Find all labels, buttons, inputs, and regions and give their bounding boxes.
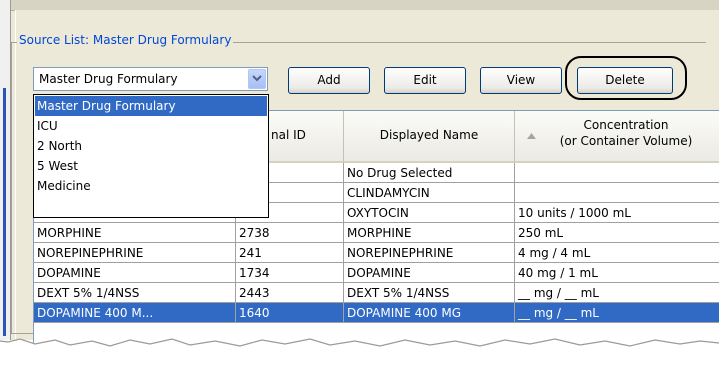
- cell-name: DEXT 5% 1/4NSS: [34, 283, 236, 303]
- view-button[interactable]: View: [480, 67, 562, 94]
- cell-name: NOREPINEPHRINE: [34, 243, 236, 263]
- cell-id: 2443: [236, 283, 344, 303]
- table-row[interactable]: DOPAMINE 400 M... 1640 DOPAMINE 400 MG __ m…: [34, 303, 719, 323]
- cell-id: 1640: [236, 303, 344, 323]
- cell-name: DOPAMINE 400 M...: [34, 303, 236, 323]
- cell-id: 1734: [236, 263, 344, 283]
- table-row[interactable]: MORPHINE 2738 MORPHINE 250 mL: [34, 223, 719, 243]
- cell-displayed-name: DOPAMINE: [344, 263, 515, 283]
- cell-id: 241: [236, 243, 344, 263]
- source-list-title: Source List: Master Drug Formulary: [17, 33, 234, 47]
- cell-name: DOPAMINE: [34, 263, 236, 283]
- torn-edge: [0, 338, 719, 370]
- dropdown-option[interactable]: 2 North: [35, 136, 267, 156]
- table-row[interactable]: DEXT 5% 1/4NSS 2443 DEXT 5% 1/4NSS __ mg / …: [34, 283, 719, 303]
- column-header-displayed-name[interactable]: Displayed Name: [344, 111, 515, 163]
- cell-concentration: 250 mL: [515, 223, 719, 243]
- cell-concentration: [515, 163, 719, 183]
- cell-displayed-name: MORPHINE: [344, 223, 515, 243]
- delete-highlight-circle: [565, 56, 687, 100]
- cell-displayed-name: DEXT 5% 1/4NSS: [344, 283, 515, 303]
- cell-id: 2738: [236, 223, 344, 243]
- column-header-concentration-line1: Concentration: [583, 118, 669, 132]
- dropdown-option[interactable]: Master Drug Formulary: [35, 96, 267, 116]
- source-list-select[interactable]: Master Drug Formulary: [33, 67, 268, 91]
- sort-ascending-icon: [527, 133, 536, 139]
- column-header-concentration[interactable]: Concentration (or Container Volume): [515, 111, 719, 163]
- cell-displayed-name: DOPAMINE 400 MG: [344, 303, 515, 323]
- dropdown-option[interactable]: ICU: [35, 116, 267, 136]
- dropdown-option[interactable]: Medicine: [35, 176, 267, 196]
- cell-concentration: [515, 183, 719, 203]
- table-row[interactable]: NOREPINEPHRINE 241 NOREPINEPHRINE 4 mg / 4 …: [34, 243, 719, 263]
- cell-displayed-name: NOREPINEPHRINE: [344, 243, 515, 263]
- cell-concentration: __ mg / __ mL: [515, 303, 719, 323]
- chevron-down-icon: [252, 75, 262, 82]
- cell-concentration: 40 mg / 1 mL: [515, 263, 719, 283]
- dropdown-button[interactable]: [248, 69, 266, 89]
- cell-displayed-name: No Drug Selected: [344, 163, 515, 183]
- cell-displayed-name: CLINDAMYCIN: [344, 183, 515, 203]
- column-header-displayed-name-label: Displayed Name: [379, 128, 479, 142]
- cell-concentration: 4 mg / 4 mL: [515, 243, 719, 263]
- column-header-concentration-line2: (or Container Volume): [559, 134, 693, 148]
- source-list-dropdown[interactable]: Master Drug Formulary ICU 2 North 5 West Med…: [33, 94, 269, 218]
- dropdown-option[interactable]: 5 West: [35, 156, 267, 176]
- left-window-border: [3, 88, 6, 336]
- cell-concentration: 10 units / 1000 mL: [515, 203, 719, 223]
- source-list-select-value: Master Drug Formulary: [39, 72, 178, 86]
- add-button[interactable]: Add: [288, 67, 370, 94]
- cell-name: MORPHINE: [34, 223, 236, 243]
- cell-concentration: __ mg / __ mL: [515, 283, 719, 303]
- column-header-id-label: nal ID: [271, 128, 306, 142]
- edit-button[interactable]: Edit: [384, 67, 466, 94]
- cell-displayed-name: OXYTOCIN: [344, 203, 515, 223]
- table-row[interactable]: DOPAMINE 1734 DOPAMINE 40 mg / 1 mL: [34, 263, 719, 283]
